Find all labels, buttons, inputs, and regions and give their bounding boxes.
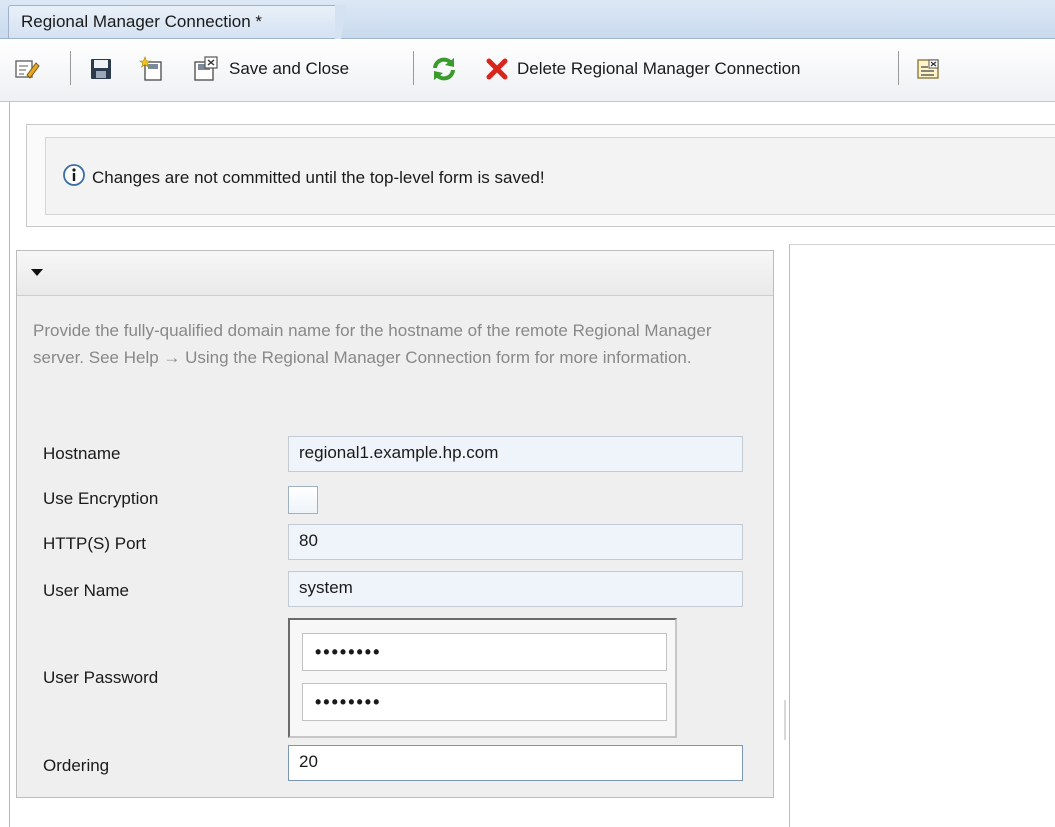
user-name-label: User Name — [43, 581, 129, 600]
info-banner: Changes are not committed until the top-… — [26, 124, 1055, 227]
delete-button[interactable]: Delete Regional Manager Connection — [485, 51, 801, 87]
edit-form-button[interactable] — [14, 51, 40, 87]
use-encryption-label: Use Encryption — [43, 489, 159, 508]
save-button[interactable] — [89, 51, 113, 87]
tab-regional-manager-connection[interactable]: Regional Manager Connection * — [8, 5, 338, 38]
tab-title: Regional Manager Connection * — [21, 12, 262, 31]
port-field[interactable]: 80 — [288, 524, 743, 560]
refresh-icon — [430, 55, 458, 83]
toolbar: Save and Close Delete Regional Manager C… — [0, 39, 1055, 102]
save-and-close-label: Save and Close — [229, 59, 350, 78]
user-password-label: User Password — [43, 668, 159, 687]
password-group: •••••••• •••••••• — [288, 618, 677, 738]
close-form-icon — [916, 57, 942, 81]
form-panel: Provide the fully-qualified domain name … — [16, 250, 774, 798]
delete-label: Delete Regional Manager Connection — [517, 59, 801, 78]
hostname-label: Hostname — [43, 444, 121, 463]
toolbar-separator — [70, 51, 71, 85]
save-icon — [89, 57, 113, 81]
splitter-handle[interactable] — [784, 700, 786, 740]
save-and-close-icon — [193, 56, 221, 82]
ordering-field[interactable]: 20 — [288, 745, 743, 781]
collapse-caret-icon[interactable] — [31, 269, 43, 276]
right-panel — [789, 244, 1055, 827]
delete-icon — [485, 57, 509, 81]
toolbar-separator — [898, 51, 899, 85]
ordering-label: Ordering — [43, 756, 110, 775]
left-border — [9, 101, 10, 827]
port-label: HTTP(S) Port — [43, 534, 146, 553]
info-banner-row: Changes are not committed until the top-… — [62, 163, 545, 192]
hostname-field[interactable]: regional1.example.hp.com — [288, 436, 743, 472]
panel-header[interactable] — [17, 251, 773, 296]
save-and-close-button[interactable]: Save and Close — [193, 51, 349, 87]
info-icon — [62, 163, 86, 192]
new-button[interactable] — [139, 51, 165, 87]
form-description: Provide the fully-qualified domain name … — [33, 321, 712, 367]
password-field[interactable]: •••••••• — [302, 633, 667, 671]
toolbar-separator — [413, 51, 414, 85]
close-form-button[interactable] — [916, 51, 942, 87]
refresh-button[interactable] — [430, 51, 458, 87]
user-name-field[interactable]: system — [288, 571, 743, 607]
title-tab-bar: Regional Manager Connection * — [0, 0, 1055, 39]
tab-edge — [335, 5, 355, 39]
edit-form-icon — [14, 57, 40, 81]
info-banner-text: Changes are not committed until the top-… — [92, 167, 545, 187]
new-icon — [139, 56, 165, 82]
use-encryption-checkbox[interactable] — [288, 486, 318, 514]
password-confirm-field[interactable]: •••••••• — [302, 683, 667, 721]
